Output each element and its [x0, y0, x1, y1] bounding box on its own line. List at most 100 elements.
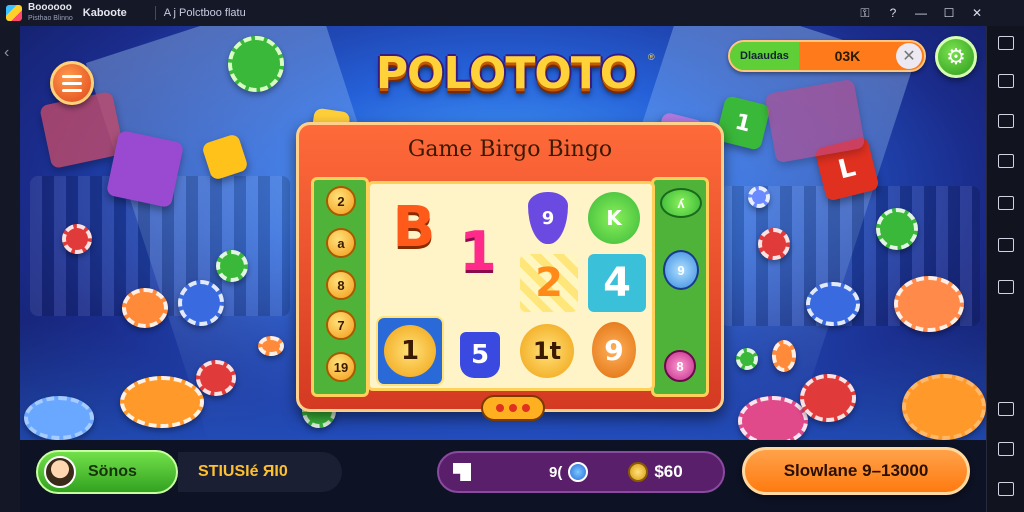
chip-decoration [748, 186, 770, 208]
pager-dot [509, 404, 517, 412]
more-icon[interactable] [998, 280, 1014, 294]
board-pager[interactable] [481, 395, 545, 421]
status-text: STIUSIé ЯI0 [198, 463, 288, 480]
bonus-label: Sönos [88, 463, 137, 480]
app-logo-icon [6, 5, 22, 21]
bottom-bar: Sönos STIUSIé ЯI0 9( $60 Slowlane 9–1300… [20, 440, 986, 512]
ball-decoration [902, 374, 986, 440]
called-ball[interactable]: 19 [326, 352, 356, 382]
back-chevron-icon[interactable]: ‹ [4, 44, 9, 62]
help-icon[interactable]: ? [886, 6, 900, 20]
currency-value: 03K [834, 48, 861, 64]
registered-mark: ® [648, 52, 655, 62]
gold-coin-icon [628, 462, 649, 482]
called-ball[interactable]: 8 [664, 350, 696, 382]
app-name-text: Boooooo [28, 2, 72, 13]
pager-dot [496, 404, 504, 412]
chip-decoration [738, 396, 808, 440]
right-sidebar [986, 26, 1024, 512]
app-subtitle: Pisthao Blinno [28, 15, 73, 22]
chip-decoration [228, 36, 284, 92]
chip-decoration [806, 282, 860, 326]
bingo-cell[interactable]: 1 [376, 316, 444, 386]
screenshot-icon[interactable] [998, 196, 1014, 210]
currency-bar: Dlaaudas 03K ✕ [728, 40, 926, 72]
bingo-board: Game Birgo Bingo 2 a 8 7 19 ʎ 9 8 B 1 9 … [296, 122, 724, 421]
title-bar: Boooooo Pisthao Blinno Kaboote A j Polct… [0, 0, 1024, 26]
bingo-cell[interactable]: 1 [458, 218, 498, 284]
left-sidebar: ‹ [0, 26, 20, 512]
balance-bar: 9( $60 [437, 451, 725, 493]
bingo-cell[interactable]: K [588, 192, 640, 244]
blue-coin-icon [568, 462, 589, 482]
close-icon[interactable]: ✕ [970, 6, 984, 20]
fullscreen-icon[interactable] [998, 36, 1014, 50]
home-tab[interactable]: Kaboote [83, 7, 127, 19]
balance-b-value: $60 [654, 462, 683, 481]
bingo-cell[interactable]: 1t [520, 324, 574, 378]
expand-icon[interactable] [998, 74, 1014, 88]
game-tab[interactable]: A j Polctboo flatu [164, 7, 246, 19]
game-logo: POLOTOTO [375, 48, 637, 99]
back-nav-icon[interactable] [998, 402, 1014, 416]
left-ball-column: 2 a 8 7 19 [311, 177, 369, 397]
minimize-icon[interactable]: — [914, 6, 928, 20]
bingo-cell[interactable]: 5 [460, 332, 500, 378]
currency-label: Dlaaudas [730, 42, 799, 70]
bonus-button[interactable]: Sönos [36, 450, 178, 494]
apk-icon[interactable] [998, 238, 1014, 252]
called-ball[interactable]: a [326, 228, 356, 258]
chip-decoration [258, 336, 284, 356]
die-decoration [39, 91, 125, 169]
chip-decoration [736, 348, 758, 370]
menu-bar [62, 88, 82, 92]
menu-button[interactable] [50, 61, 94, 105]
chip-decoration [196, 360, 236, 396]
chip-decoration [800, 374, 856, 422]
called-ball[interactable]: 8 [326, 270, 356, 300]
board-title: Game Birgo Bingo [407, 137, 613, 162]
emulator-window: Boooooo Pisthao Blinno Kaboote A j Polct… [0, 0, 1024, 512]
chip-decoration [178, 280, 224, 326]
close-icon[interactable]: ✕ [896, 43, 922, 69]
called-ball[interactable]: 9 [663, 250, 699, 290]
chip-decoration [62, 224, 92, 254]
chip-decoration [216, 250, 248, 282]
bingo-cell[interactable]: B [386, 194, 442, 260]
chip-decoration [120, 376, 204, 428]
recent-nav-icon[interactable] [998, 482, 1014, 496]
flag-icon[interactable] [453, 463, 471, 481]
called-ball[interactable]: ʎ [660, 188, 702, 218]
chip-decoration [122, 288, 168, 328]
chip-decoration [758, 228, 790, 260]
rotate-icon[interactable] [998, 114, 1014, 128]
avatar[interactable] [44, 456, 76, 488]
play-action-button[interactable]: Slowlane 9–13000 [742, 447, 970, 495]
bingo-grid: B 1 9 K 2 4 1 5 1t 9 [367, 181, 655, 391]
key-icon[interactable]: ⚿ [858, 6, 872, 20]
die-decoration [105, 129, 185, 209]
game-viewport[interactable]: 1 L POLOTOTO ® Dlaaudas 03K ✕ ⚙ Game Bir… [20, 26, 986, 440]
bingo-cell[interactable]: 9 [528, 192, 568, 244]
menu-bar [62, 81, 82, 85]
chip-decoration [894, 276, 964, 332]
screen-icon[interactable] [998, 154, 1014, 168]
coin-cell-value: 1 [384, 325, 436, 377]
tab-divider [154, 6, 156, 20]
maximize-icon[interactable]: ☐ [942, 6, 956, 20]
pager-dot [522, 404, 530, 412]
menu-bar [62, 74, 82, 78]
bingo-cell[interactable]: 2 [520, 254, 578, 312]
right-ball-column: ʎ 9 8 [651, 177, 709, 397]
called-ball[interactable]: 2 [326, 186, 356, 216]
ball-decoration [24, 396, 94, 440]
chip-decoration [772, 340, 796, 372]
balance-a-value: 9( [549, 463, 563, 481]
status-panel: STIUSIé ЯI0 [178, 452, 342, 492]
bingo-cell[interactable]: 9 [592, 322, 636, 378]
bingo-cell[interactable]: 4 [588, 254, 646, 312]
home-nav-icon[interactable] [998, 442, 1014, 456]
settings-gear-button[interactable]: ⚙ [935, 36, 977, 78]
chip-decoration [876, 208, 918, 250]
called-ball[interactable]: 7 [326, 310, 356, 340]
